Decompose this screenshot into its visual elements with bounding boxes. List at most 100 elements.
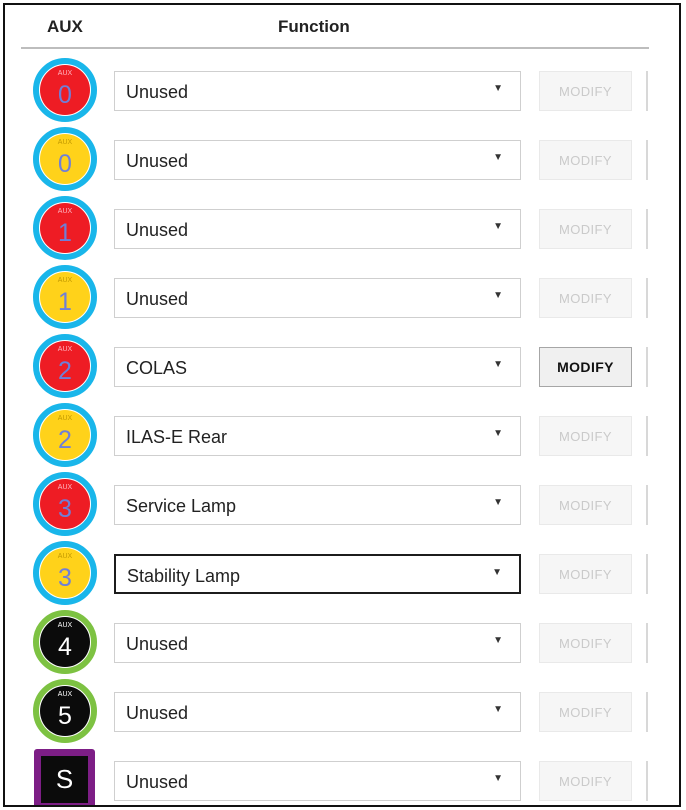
aux-row: AUX 1 Unused ▼ MODIFY [5,192,679,261]
aux-badge-face: AUX 3 [40,548,90,598]
function-select[interactable]: Unused ▼ [114,209,521,249]
aux-badge-icon: AUX 2 [33,403,97,467]
aux-badge-number: 2 [58,425,72,454]
aux-badge-face: AUX 1 [40,203,90,253]
aux-row: S Unused ▼ MODIFY [5,744,679,805]
function-select-value: ILAS-E Rear [126,427,228,447]
aux-badge-face: AUX 2 [40,410,90,460]
modify-button[interactable]: MODIFY [539,71,632,111]
dropdown-arrow-icon[interactable]: ▼ [493,152,503,163]
aux-row: AUX 0 Unused ▼ MODIFY [5,123,679,192]
aux-badge-number: 1 [58,287,72,316]
function-select[interactable]: Service Lamp ▼ [114,485,521,525]
function-select-value: Unused [126,151,189,171]
aux-badge-icon: AUX 2 [33,334,97,398]
function-select-value: Unused [126,220,189,240]
function-select[interactable]: Stability Lamp ▼ [114,554,521,594]
modify-button[interactable]: MODIFY [539,209,632,249]
function-select[interactable]: COLAS ▼ [114,347,521,387]
aux-badge-icon: S [34,749,95,805]
dropdown-arrow-icon[interactable]: ▼ [493,428,503,439]
aux-badge-number: 3 [58,563,72,592]
modify-button[interactable]: MODIFY [539,416,632,456]
aux-badge-tag: AUX [57,346,73,353]
aux-badge-number: S [55,764,74,794]
aux-config-panel: AUX Function AUX 0 Unused ▼ MODIFY AUX 0 Unused… [3,3,681,807]
aux-row: AUX 0 Unused ▼ MODIFY [5,54,679,123]
aux-badge-face: AUX 1 [40,272,90,322]
modify-button[interactable]: MODIFY [539,554,632,594]
dropdown-arrow-icon[interactable]: ▼ [493,83,503,94]
row-edge [646,209,648,249]
aux-badge-icon: AUX 0 [33,58,97,122]
table-header: AUX Function [5,5,679,49]
aux-badge-tag: AUX [57,139,73,146]
function-select-value: Stability Lamp [127,566,241,586]
aux-rows: AUX 0 Unused ▼ MODIFY AUX 0 Unused ▼ MODIFY AUX 1 Un… [5,54,679,805]
dropdown-arrow-icon[interactable]: ▼ [493,290,503,301]
aux-badge-number: 1 [58,218,72,247]
row-edge [646,554,648,594]
aux-badge-icon: AUX 5 [33,679,97,743]
row-edge [646,347,648,387]
dropdown-arrow-icon[interactable]: ▼ [493,704,503,715]
function-select-value: Unused [126,82,189,102]
function-select-value: Unused [126,772,189,792]
function-select[interactable]: Unused ▼ [114,692,521,732]
aux-row: AUX 2 ILAS-E Rear ▼ MODIFY [5,399,679,468]
function-select-value: Unused [126,289,189,309]
modify-button[interactable]: MODIFY [539,761,632,801]
aux-row: AUX 4 Unused ▼ MODIFY [5,606,679,675]
header-divider [21,47,649,49]
aux-column-header: AUX [47,17,83,36]
aux-badge-number: 0 [58,149,72,178]
function-column-header: Function [278,17,350,36]
dropdown-arrow-icon[interactable]: ▼ [493,497,503,508]
function-select[interactable]: Unused ▼ [114,278,521,318]
modify-button[interactable]: MODIFY [539,692,632,732]
modify-button[interactable]: MODIFY [539,347,632,387]
function-select-value: Unused [126,634,189,654]
aux-badge-tag: AUX [57,553,73,560]
aux-badge-number: 5 [58,701,72,730]
function-select[interactable]: Unused ▼ [114,761,521,801]
modify-button[interactable]: MODIFY [539,485,632,525]
row-edge [646,485,648,525]
modify-button[interactable]: MODIFY [539,623,632,663]
aux-badge-face: AUX 0 [40,134,90,184]
aux-row: AUX 5 Unused ▼ MODIFY [5,675,679,744]
dropdown-arrow-icon[interactable]: ▼ [493,773,503,784]
row-edge [646,761,648,801]
dropdown-arrow-icon[interactable]: ▼ [493,221,503,232]
aux-badge-icon: AUX 1 [33,196,97,260]
aux-badge-tag: AUX [57,691,73,698]
function-select[interactable]: Unused ▼ [114,71,521,111]
aux-badge-icon: AUX 1 [33,265,97,329]
aux-badge-number: 3 [58,494,72,523]
aux-row: AUX 1 Unused ▼ MODIFY [5,261,679,330]
aux-badge-number: 2 [58,356,72,385]
aux-badge-number: 4 [58,632,72,661]
aux-row: AUX 3 Service Lamp ▼ MODIFY [5,468,679,537]
aux-badge-face: AUX 0 [40,65,90,115]
aux-badge-face: S [41,756,88,803]
dropdown-arrow-icon[interactable]: ▼ [493,359,503,370]
function-select-value: Unused [126,703,189,723]
function-select[interactable]: Unused ▼ [114,623,521,663]
modify-button[interactable]: MODIFY [539,140,632,180]
function-select[interactable]: Unused ▼ [114,140,521,180]
aux-badge-face: AUX 5 [40,686,90,736]
aux-badge-face: AUX 2 [40,341,90,391]
function-select[interactable]: ILAS-E Rear ▼ [114,416,521,456]
aux-badge-tag: AUX [57,415,73,422]
aux-badge-tag: AUX [57,70,73,77]
row-edge [646,623,648,663]
aux-badge-icon: AUX 3 [33,541,97,605]
aux-badge-icon: AUX 0 [33,127,97,191]
aux-badge-tag: AUX [57,622,73,629]
modify-button[interactable]: MODIFY [539,278,632,318]
dropdown-arrow-icon[interactable]: ▼ [492,567,502,578]
aux-row: AUX 3 Stability Lamp ▼ MODIFY [5,537,679,606]
row-edge [646,692,648,732]
dropdown-arrow-icon[interactable]: ▼ [493,635,503,646]
